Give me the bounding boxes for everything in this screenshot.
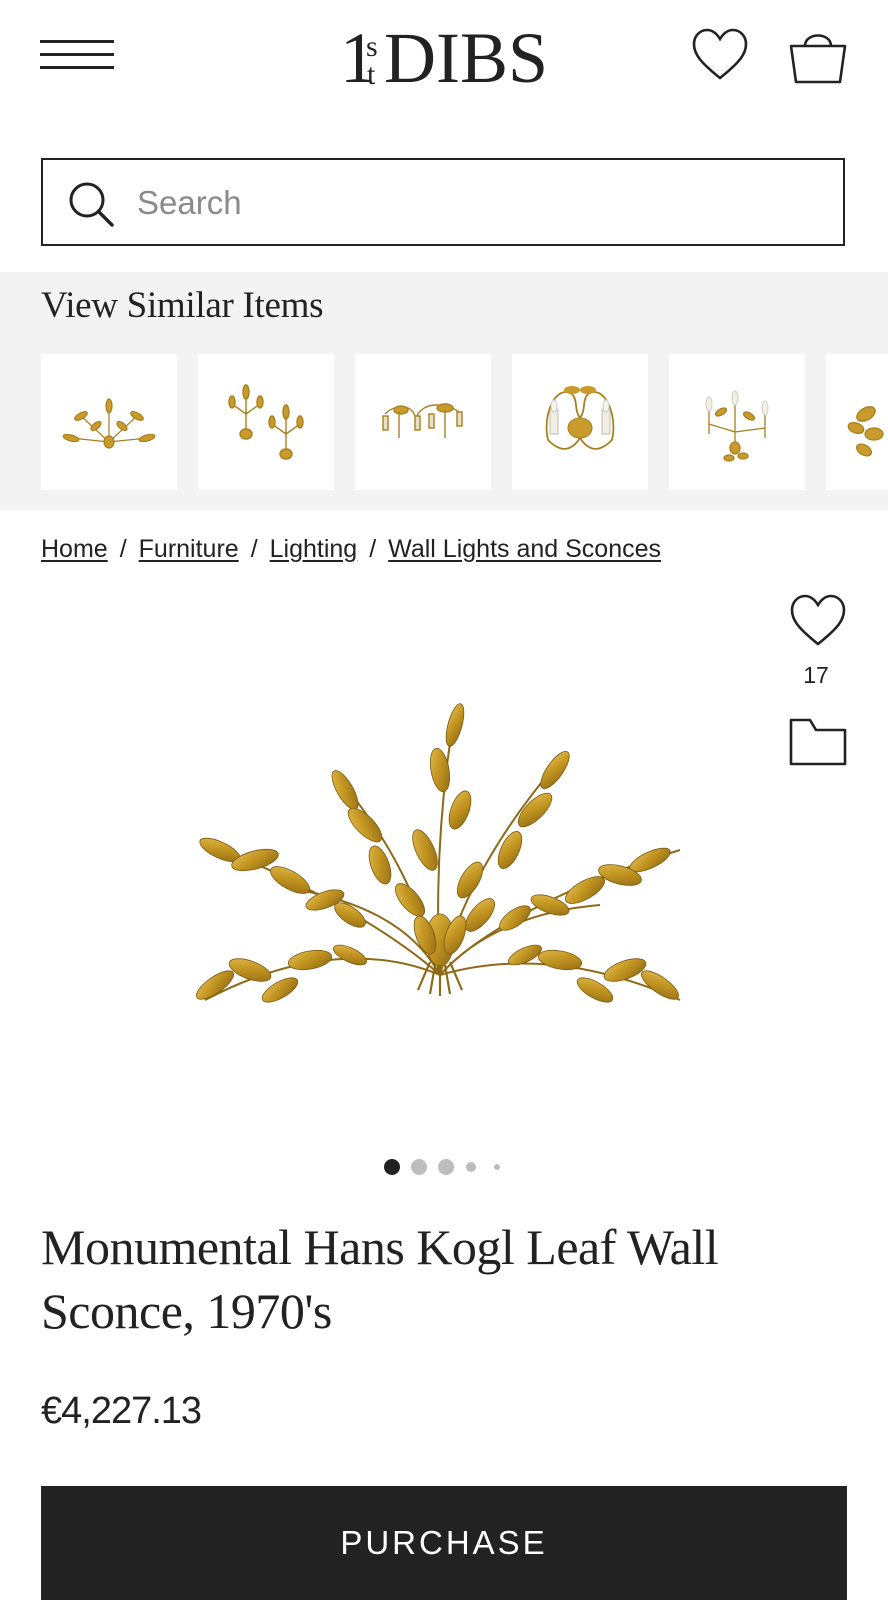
search-bar[interactable] xyxy=(41,158,845,246)
breadcrumb-lighting[interactable]: Lighting xyxy=(270,535,358,563)
search-icon[interactable] xyxy=(67,180,117,230)
carousel-dot[interactable] xyxy=(384,1159,400,1175)
purchase-button[interactable]: PURCHASE xyxy=(41,1486,847,1600)
similar-item-thumbnail[interactable] xyxy=(826,354,888,490)
heart-icon[interactable] xyxy=(690,26,750,86)
similar-item-thumbnail[interactable] xyxy=(41,354,177,490)
similar-item-thumbnail[interactable] xyxy=(512,354,648,490)
similar-items-title: View Similar Items xyxy=(41,285,324,326)
carousel-dot[interactable] xyxy=(411,1159,427,1175)
breadcrumb: Home / Furniture / Lighting / Wall Lights and … xyxy=(41,535,661,564)
carousel-indicator xyxy=(0,1157,888,1177)
breadcrumb-home[interactable]: Home xyxy=(41,535,108,563)
product-title: Monumental Hans Kogl Leaf Wall Sconce, 1… xyxy=(41,1219,719,1339)
folder-icon[interactable] xyxy=(788,716,848,770)
breadcrumb-separator: / xyxy=(119,535,127,563)
breadcrumb-furniture[interactable]: Furniture xyxy=(139,535,239,563)
svg-text:t: t xyxy=(367,58,376,91)
similar-items-section: View Similar Items xyxy=(0,272,888,510)
breadcrumb-wall-lights-and-sconces[interactable]: Wall Lights and Sconces xyxy=(388,535,661,563)
shopping-bag-icon[interactable] xyxy=(788,26,848,86)
product-price: €4,227.13 xyxy=(41,1390,202,1432)
similar-item-thumbnail[interactable] xyxy=(355,354,491,490)
product-image[interactable] xyxy=(180,700,700,1040)
carousel-dot[interactable] xyxy=(466,1162,476,1172)
svg-text:DIBS: DIBS xyxy=(384,18,548,94)
carousel-dot[interactable] xyxy=(494,1164,500,1170)
logo[interactable]: 1 s t DIBS xyxy=(340,14,550,98)
breadcrumb-separator: / xyxy=(369,535,377,563)
similar-item-thumbnail[interactable] xyxy=(198,354,334,490)
similar-item-thumbnail[interactable] xyxy=(669,354,805,490)
favorite-heart-icon[interactable] xyxy=(788,592,848,652)
breadcrumb-separator: / xyxy=(250,535,258,563)
menu-icon[interactable] xyxy=(40,32,114,76)
search-input[interactable] xyxy=(135,178,819,228)
carousel-dot[interactable] xyxy=(438,1159,454,1175)
favorite-count: 17 xyxy=(803,662,829,688)
